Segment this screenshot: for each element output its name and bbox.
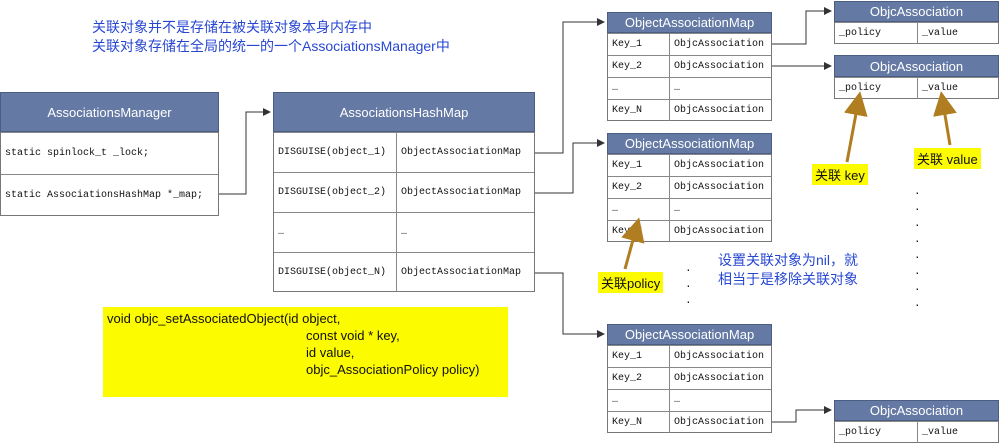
link-object1-to-map1 xyxy=(535,18,605,154)
link-manager-to-hashmap xyxy=(219,108,271,195)
arrow-policy xyxy=(621,217,645,270)
connector-lines xyxy=(219,7,957,423)
link-objectN-to-map3 xyxy=(535,272,605,338)
link-keyN-to-assoc3 xyxy=(772,406,832,423)
arrow-value xyxy=(933,91,957,146)
link-key1-to-assoc1 xyxy=(772,7,832,45)
arrow-key xyxy=(844,91,868,163)
link-object2-to-map2 xyxy=(535,139,605,194)
